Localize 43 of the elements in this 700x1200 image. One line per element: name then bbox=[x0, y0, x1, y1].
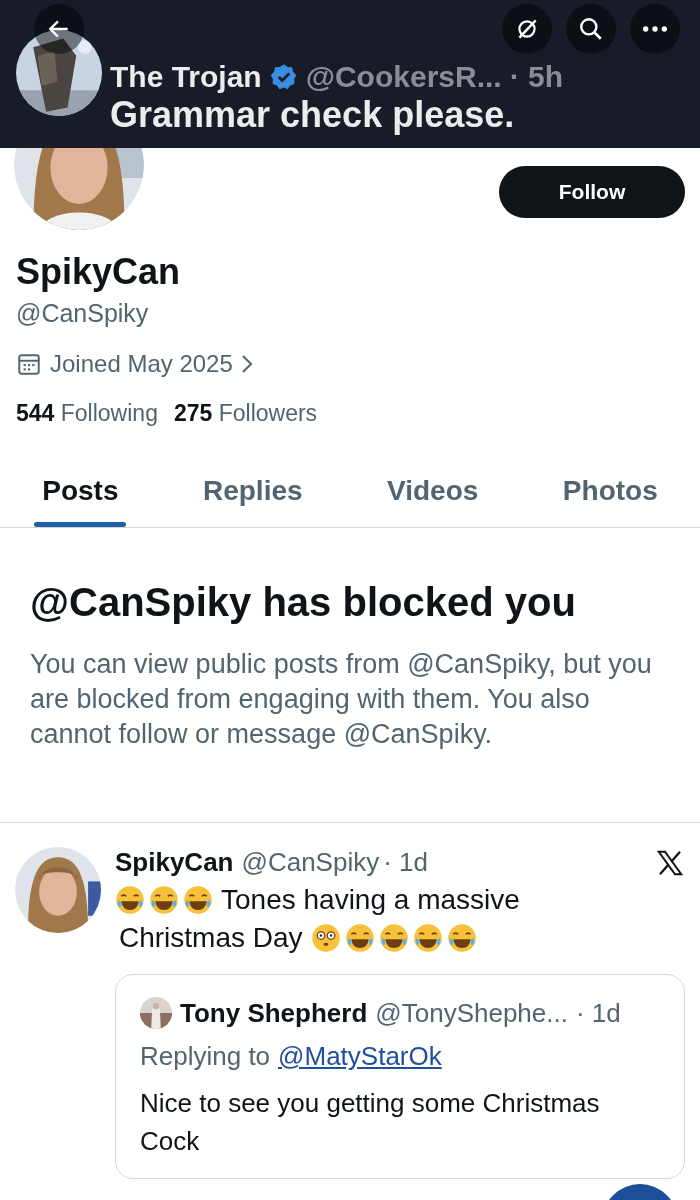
profile-tab[interactable]: Posts bbox=[34, 457, 127, 527]
grok-button[interactable] bbox=[502, 4, 552, 54]
author-name: Tony Shepherd bbox=[180, 997, 368, 1029]
post-time: · 5h bbox=[509, 60, 563, 94]
following-link[interactable]: 544 Following bbox=[16, 400, 158, 427]
author-name: SpikyCan bbox=[115, 847, 234, 878]
post-text: Tones having a massive bbox=[221, 884, 520, 916]
joined-date: Joined May 2025 bbox=[50, 350, 233, 378]
followers-link[interactable]: 275 Followers bbox=[173, 400, 318, 427]
laughing-face-icon bbox=[344, 923, 375, 953]
blocked-message: You can view public posts from @CanSpiky, but you are blocked from engaging with them. You also cannot follow or message @CanSpiky. bbox=[30, 648, 653, 751]
quoted-text: Nice to see you getting some Christmas Cock bbox=[140, 1087, 601, 1158]
search-icon bbox=[578, 16, 604, 42]
laughing-face-icon bbox=[378, 923, 409, 953]
author-handle: @CanSpiky bbox=[241, 847, 380, 878]
author-name: The Trojan bbox=[110, 60, 262, 94]
laughing-face-icon bbox=[412, 923, 443, 953]
quoted-post[interactable]: Tony Shepherd @TonyShephe... · 1d Replying to @MatyStarOk Nice to see you getting some Christmas Cock bbox=[115, 974, 685, 1179]
profile-handle: @CanSpiky bbox=[16, 299, 150, 328]
post-time: · 1d bbox=[575, 997, 621, 1029]
follow-button[interactable]: Follow bbox=[499, 166, 685, 218]
laughing-face-icon bbox=[183, 885, 213, 915]
laughing-face-icon bbox=[149, 885, 179, 915]
blocked-title: @CanSpiky has blocked you bbox=[30, 580, 577, 625]
post-time: · 1d bbox=[383, 847, 428, 878]
profile-tab[interactable]: Videos bbox=[379, 457, 487, 527]
author-handle: @TonyShephe... bbox=[375, 997, 568, 1029]
mention-link[interactable]: @MatyStarOk bbox=[278, 1041, 442, 1072]
replying-label: Replying to bbox=[140, 1041, 271, 1072]
more-icon bbox=[643, 26, 667, 32]
post-text: Grammar check please. bbox=[110, 94, 516, 136]
chevron-icon bbox=[240, 354, 253, 374]
author-handle: @CookersR... bbox=[305, 60, 502, 94]
profile-tab[interactable]: Photos bbox=[554, 457, 666, 527]
calendar-icon bbox=[16, 351, 42, 377]
laughing-face-icon bbox=[446, 923, 477, 953]
search-button[interactable] bbox=[566, 4, 616, 54]
laughing-face-icon bbox=[115, 885, 145, 915]
flushed-face-icon bbox=[310, 923, 341, 953]
post-text: Christmas Day bbox=[119, 922, 303, 954]
more-button[interactable] bbox=[630, 4, 680, 54]
profile-tab[interactable]: Replies bbox=[194, 457, 311, 527]
profile-name: SpikyCan bbox=[16, 251, 182, 293]
